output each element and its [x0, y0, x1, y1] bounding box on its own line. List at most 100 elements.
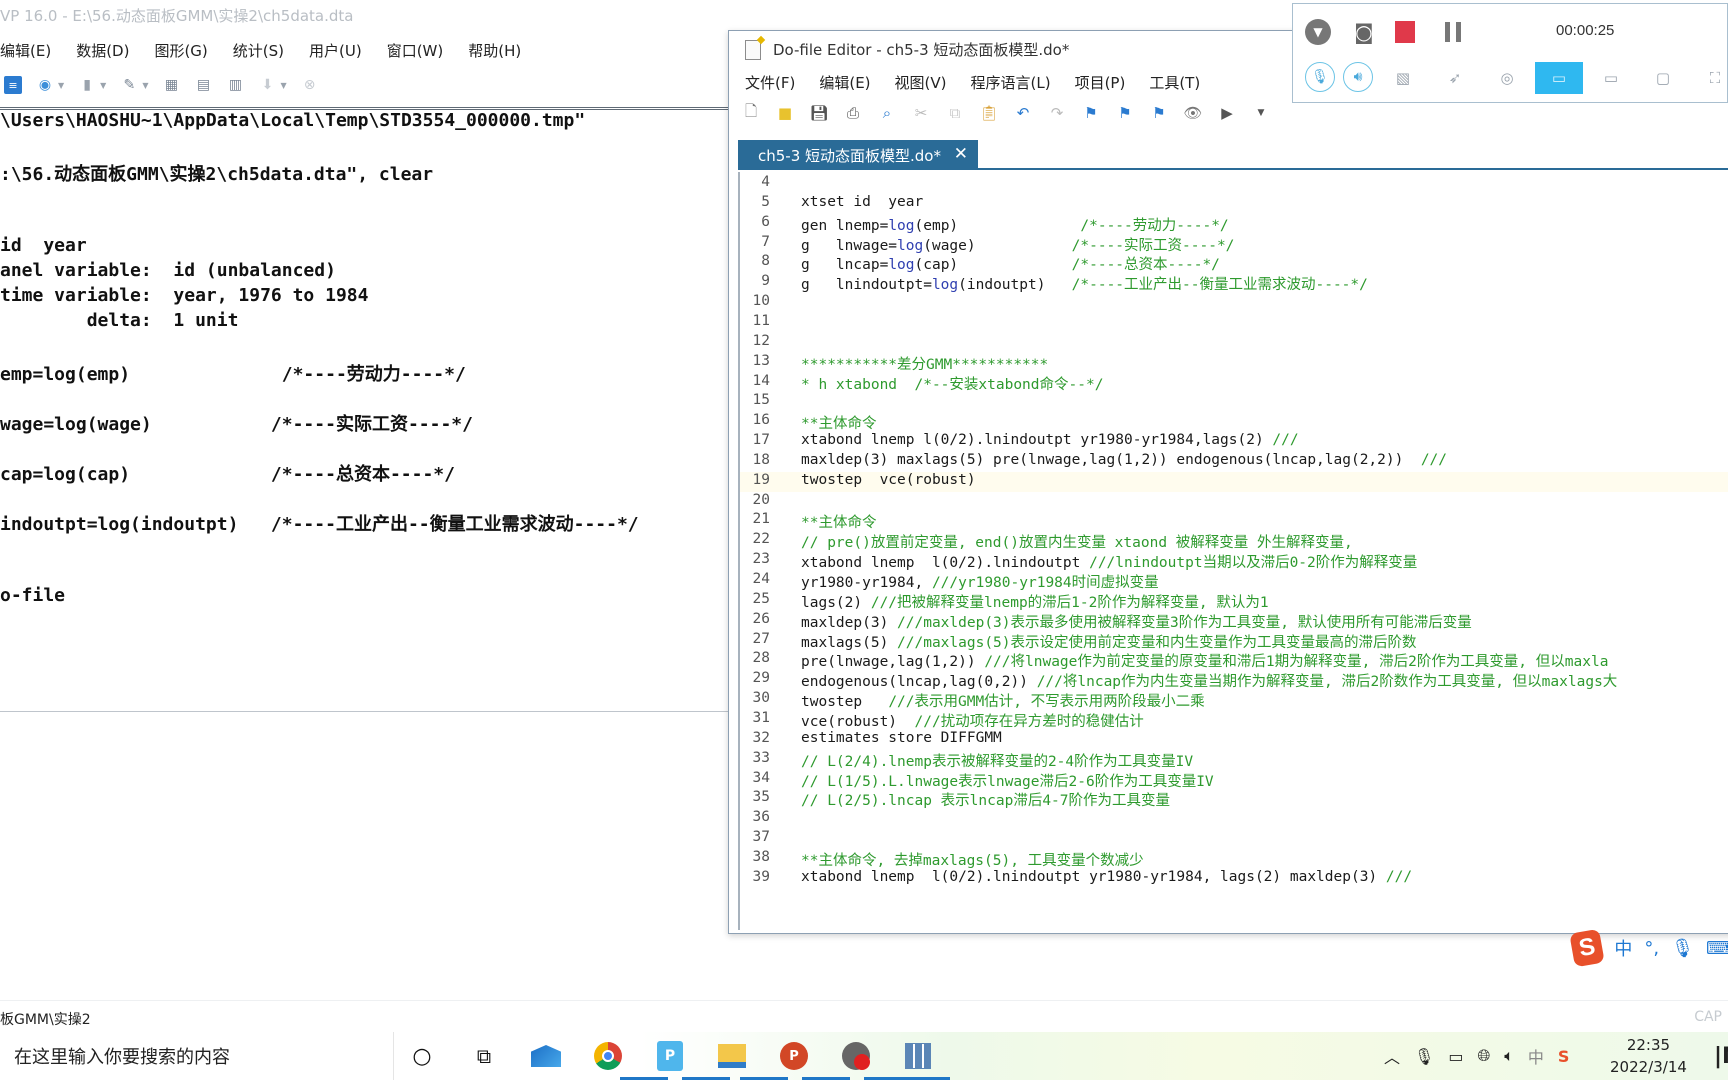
- sogou-logo-icon[interactable]: S: [1569, 928, 1606, 968]
- taskbar-clock[interactable]: 22:35 2022/3/14: [1610, 1034, 1687, 1078]
- webcam-icon[interactable]: ◎: [1483, 62, 1531, 94]
- menu-edit[interactable]: 编辑(E): [0, 40, 51, 62]
- taskbar-search-input[interactable]: 在这里输入你要搜索的内容: [0, 1032, 394, 1080]
- code-line[interactable]: xtabond lnemp l(0/2).lnindoutpt yr1980-y…: [801, 432, 1299, 448]
- toggle-bookmark-icon[interactable]: ⚑: [1081, 103, 1101, 123]
- log-icon[interactable]: ≡: [4, 76, 22, 94]
- menu-statistics[interactable]: 统计(S): [233, 40, 284, 62]
- menu-help[interactable]: 帮助(H): [468, 40, 521, 62]
- cut-icon[interactable]: ✂: [911, 103, 931, 123]
- break-icon[interactable]: ⊗: [301, 76, 319, 94]
- pause-button[interactable]: [1443, 21, 1463, 43]
- code-line[interactable]: // L(2/5).lncap 表示lncap滞后4-7阶作为工具变量: [801, 789, 1170, 810]
- menu-window[interactable]: 窗口(W): [387, 40, 444, 62]
- find-icon[interactable]: ⌕: [877, 103, 897, 123]
- code-line[interactable]: **主体命令: [801, 412, 876, 433]
- speaker-toggle[interactable]: 🔊︎: [1343, 62, 1373, 92]
- monitor-icon[interactable]: ▭: [1587, 62, 1635, 94]
- volume-icon[interactable]: 🔈︎: [1504, 1046, 1514, 1066]
- code-line[interactable]: vce(robust) ///扰动项存在异方差时的稳健估计: [801, 710, 1144, 731]
- do-menu-file[interactable]: 文件(F): [745, 72, 795, 93]
- code-line[interactable]: lags(2) ///把被解释变量lnemp的滞后1-2阶作为解释变量, 默认为…: [801, 591, 1269, 612]
- file-explorer-icon[interactable]: [716, 1040, 748, 1072]
- open-folder-icon[interactable]: ■: [775, 103, 795, 123]
- network-icon[interactable]: 🌐︎: [1477, 1046, 1490, 1066]
- mail-icon[interactable]: [530, 1040, 562, 1072]
- do-menu-view[interactable]: 视图(V): [895, 72, 947, 93]
- code-line[interactable]: twostep vce(robust): [801, 472, 976, 488]
- collapse-icon[interactable]: ▼: [1305, 19, 1331, 45]
- chevron-down-icon[interactable]: ▼: [58, 81, 64, 90]
- code-line[interactable]: // L(1/5).L.lnwage表示lnwage滞后2-6阶作为工具变量IV: [801, 770, 1214, 791]
- powerpoint-icon[interactable]: P: [778, 1040, 810, 1072]
- redo-icon[interactable]: ↷: [1047, 103, 1067, 123]
- do-file-editor-icon[interactable]: ✎: [120, 76, 138, 94]
- code-line[interactable]: gen lnemp=log(emp) /*----劳动力----*/: [801, 214, 1229, 235]
- window-icon[interactable]: ▢: [1639, 62, 1687, 94]
- camera-off-icon[interactable]: ▧: [1379, 62, 1427, 94]
- code-line[interactable]: **主体命令, 去掉maxlags(5), 工具变量个数减少: [801, 849, 1144, 870]
- variables-manager-icon[interactable]: ▥: [226, 76, 244, 94]
- viewer-icon[interactable]: ◉: [36, 76, 54, 94]
- data-browser-icon[interactable]: ▤: [194, 76, 212, 94]
- do-menu-tools[interactable]: 工具(T): [1149, 72, 1200, 93]
- save-icon[interactable]: 💾︎: [809, 103, 829, 123]
- close-icon[interactable]: ✕: [954, 144, 968, 164]
- chrome-icon[interactable]: [592, 1040, 624, 1072]
- tab-do-file[interactable]: ch5-3 短动态面板模型.do* ✕: [738, 140, 978, 170]
- code-line[interactable]: g lncap=log(cap) /*----总资本----*/: [801, 253, 1220, 274]
- code-line[interactable]: // pre()放置前定变量, end()放置内生变量 xtaond 被解释变量…: [801, 531, 1353, 552]
- battery-icon[interactable]: ▭: [1448, 1047, 1463, 1066]
- chevron-down-icon[interactable]: ▼: [142, 81, 148, 90]
- code-line[interactable]: ***********差分GMM***********: [801, 353, 1048, 374]
- undo-icon[interactable]: ↶: [1013, 103, 1033, 123]
- more-icon[interactable]: ⬇: [258, 76, 276, 94]
- microphone-toggle[interactable]: 🎙︎: [1305, 62, 1335, 92]
- paste-icon[interactable]: 📋︎: [979, 103, 999, 123]
- ime-keyboard-icon[interactable]: ⌨: [1706, 938, 1728, 959]
- input-language-indicator[interactable]: 中: [1528, 1044, 1544, 1068]
- fullscreen-icon[interactable]: ⛶: [1691, 62, 1728, 94]
- new-file-icon[interactable]: 🗋: [741, 102, 761, 123]
- code-line[interactable]: xtabond lnemp l(0/2).lnindoutpt ///lnind…: [801, 551, 1417, 572]
- microphone-icon[interactable]: 🎙︎: [1414, 1047, 1434, 1066]
- region-record-icon[interactable]: ▭: [1535, 62, 1583, 94]
- data-editor-icon[interactable]: ▦: [162, 76, 180, 94]
- menu-data[interactable]: 数据(D): [76, 40, 129, 62]
- stop-record-button[interactable]: [1395, 21, 1415, 43]
- ime-voice-icon[interactable]: 🎙︎: [1671, 938, 1694, 959]
- cortana-icon[interactable]: ○: [406, 1040, 438, 1072]
- camera-icon[interactable]: ◙: [1351, 19, 1377, 45]
- graph-icon[interactable]: ▮: [78, 76, 96, 94]
- ime-punctuation-toggle[interactable]: °,: [1644, 938, 1659, 959]
- copy-icon[interactable]: ⧉: [945, 103, 965, 123]
- code-editor[interactable]: 4 5 xtset id year 6 gen lnemp=log(emp) /*---…: [738, 172, 1728, 930]
- code-line[interactable]: maxldep(3) ///maxldep(3)表示最多使用被解释变量3阶作为工…: [801, 611, 1472, 632]
- code-line[interactable]: endogenous(lncap,lag(0,2)) ///将lncap作为内生…: [801, 670, 1617, 691]
- screen-recorder-app-icon[interactable]: [840, 1040, 872, 1072]
- pdf-reader-icon[interactable]: P: [654, 1040, 686, 1072]
- print-icon[interactable]: ⎙: [843, 103, 863, 123]
- code-line[interactable]: estimates store DIFFGMM: [801, 730, 1002, 746]
- code-line[interactable]: xtabond lnemp l(0/2).lnindoutpt yr1980-y…: [801, 869, 1412, 885]
- do-menu-project[interactable]: 项目(P): [1075, 72, 1126, 93]
- execute-icon[interactable]: ▶: [1217, 103, 1237, 123]
- code-line[interactable]: // L(2/4).lnemp表示被解释变量的2-4阶作为工具变量IV: [801, 750, 1193, 771]
- code-line[interactable]: maxldep(3) maxlags(5) pre(lnwage,lag(1,2…: [801, 452, 1447, 468]
- code-line[interactable]: maxlags(5) ///maxlags(5)表示设定使用前定变量和内生变量作…: [801, 631, 1417, 652]
- do-menu-edit[interactable]: 编辑(E): [819, 72, 870, 93]
- do-menu-language[interactable]: 程序语言(L): [971, 72, 1051, 93]
- sogou-tray-icon[interactable]: S: [1558, 1047, 1570, 1066]
- menu-graphics[interactable]: 图形(G): [154, 40, 207, 62]
- ime-language-toggle[interactable]: 中: [1614, 935, 1632, 961]
- code-line[interactable]: yr1980-yr1984, ///yr1980-yr1984时间虚拟变量: [801, 571, 1159, 592]
- notification-icon[interactable]: |N: [1714, 1044, 1728, 1069]
- next-bookmark-icon[interactable]: ⚑: [1149, 103, 1169, 123]
- chevron-down-icon[interactable]: ▼: [100, 81, 106, 90]
- code-line[interactable]: g lnwage=log(wage) /*----实际工资----*/: [801, 234, 1234, 255]
- show-file-in-viewer-icon[interactable]: 👁︎: [1183, 103, 1203, 123]
- chevron-down-icon[interactable]: ▼: [280, 81, 286, 90]
- stata-app-icon[interactable]: [902, 1040, 934, 1072]
- code-line[interactable]: g lnindoutpt=log(indoutpt) /*----工业产出--衡…: [801, 273, 1368, 294]
- task-view-icon[interactable]: ⧉: [468, 1040, 500, 1072]
